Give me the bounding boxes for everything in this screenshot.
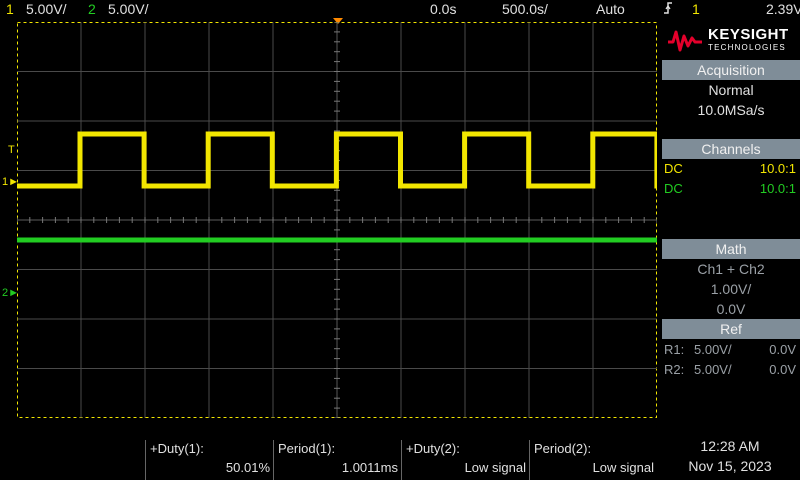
keysight-wave-icon	[668, 30, 702, 52]
trigger-level-marker[interactable]: T	[8, 144, 15, 156]
measurement-label: Period(2):	[534, 441, 592, 456]
trigger-level[interactable]: 2.39V	[766, 0, 800, 18]
ch2-number[interactable]: 2	[88, 0, 96, 18]
r2-offset: 0.0V	[769, 362, 796, 377]
trigger-mode[interactable]: Auto	[596, 0, 625, 18]
acquisition-mode: Normal	[708, 82, 754, 98]
r2-name: R2:	[664, 362, 685, 377]
r1-scale: 5.00V/	[694, 342, 732, 357]
edge-trigger-icon	[662, 0, 674, 20]
clock: 12:28 AM Nov 15, 2023	[660, 436, 800, 476]
trigger-source[interactable]: 1	[692, 0, 700, 18]
r1-name: R1:	[664, 342, 685, 357]
measurement-duty-2[interactable]: +Duty(2): Low signal	[401, 440, 530, 480]
ch1-waveform	[17, 131, 657, 189]
sample-rate: 10.0MSa/s	[697, 102, 765, 118]
measurement-label: Period(1):	[278, 441, 336, 456]
measurement-value: 50.01%	[225, 460, 270, 475]
ch1-number[interactable]: 1	[6, 0, 14, 18]
clock-date: Nov 15, 2023	[688, 458, 772, 474]
r1-offset: 0.0V	[769, 342, 796, 357]
ch2-coupling: DC	[664, 181, 683, 196]
time-delay[interactable]: 0.0s	[430, 0, 456, 18]
measurement-label: +Duty(1):	[150, 441, 204, 456]
clock-time: 12:28 AM	[700, 438, 760, 454]
side-panel: KEYSIGHT TECHNOLOGIES Acquisition Normal…	[662, 20, 800, 418]
ch1-probe: 10.0:1	[759, 161, 796, 176]
measurement-bar: +Duty(1): 50.01% Period(1): 1.0011ms +Du…	[0, 420, 800, 480]
ch2-scale[interactable]: 5.00V/	[108, 0, 148, 18]
math-offset: 0.0V	[716, 301, 746, 317]
measurement-value: Low signal	[464, 460, 526, 475]
ch1-ground-marker[interactable]: 1►	[2, 176, 19, 188]
math-header[interactable]: Math	[662, 239, 800, 259]
logo-brand: KEYSIGHT	[708, 26, 789, 43]
logo-subtitle: TECHNOLOGIES	[708, 43, 786, 52]
measurement-duty-1[interactable]: +Duty(1): 50.01%	[145, 440, 274, 480]
ref-header[interactable]: Ref	[662, 319, 800, 339]
status-bar: 1 5.00V/ 2 5.00V/ 0.0s 500.0s/ Auto 1 2.…	[0, 0, 800, 18]
measurement-value: Low signal	[592, 460, 654, 475]
keysight-logo: KEYSIGHT TECHNOLOGIES	[662, 20, 800, 60]
time-scale[interactable]: 500.0s/	[502, 0, 548, 18]
waveform-display[interactable]	[17, 22, 657, 418]
acquisition-header[interactable]: Acquisition	[662, 60, 800, 80]
measurement-period-1[interactable]: Period(1): 1.0011ms	[273, 440, 402, 480]
measurement-value: 1.0011ms	[341, 460, 398, 475]
math-expression: Ch1 + Ch2	[697, 261, 765, 277]
measurement-period-2[interactable]: Period(2): Low signal	[529, 440, 658, 480]
measurement-label: +Duty(2):	[406, 441, 460, 456]
ch2-ground-marker[interactable]: 2►	[2, 287, 19, 299]
channels-header[interactable]: Channels	[662, 139, 800, 159]
ch2-probe: 10.0:1	[759, 181, 796, 196]
ch1-scale[interactable]: 5.00V/	[26, 0, 66, 18]
math-scale: 1.00V/	[710, 281, 752, 297]
ch1-coupling: DC	[664, 161, 683, 176]
r2-scale: 5.00V/	[694, 362, 732, 377]
